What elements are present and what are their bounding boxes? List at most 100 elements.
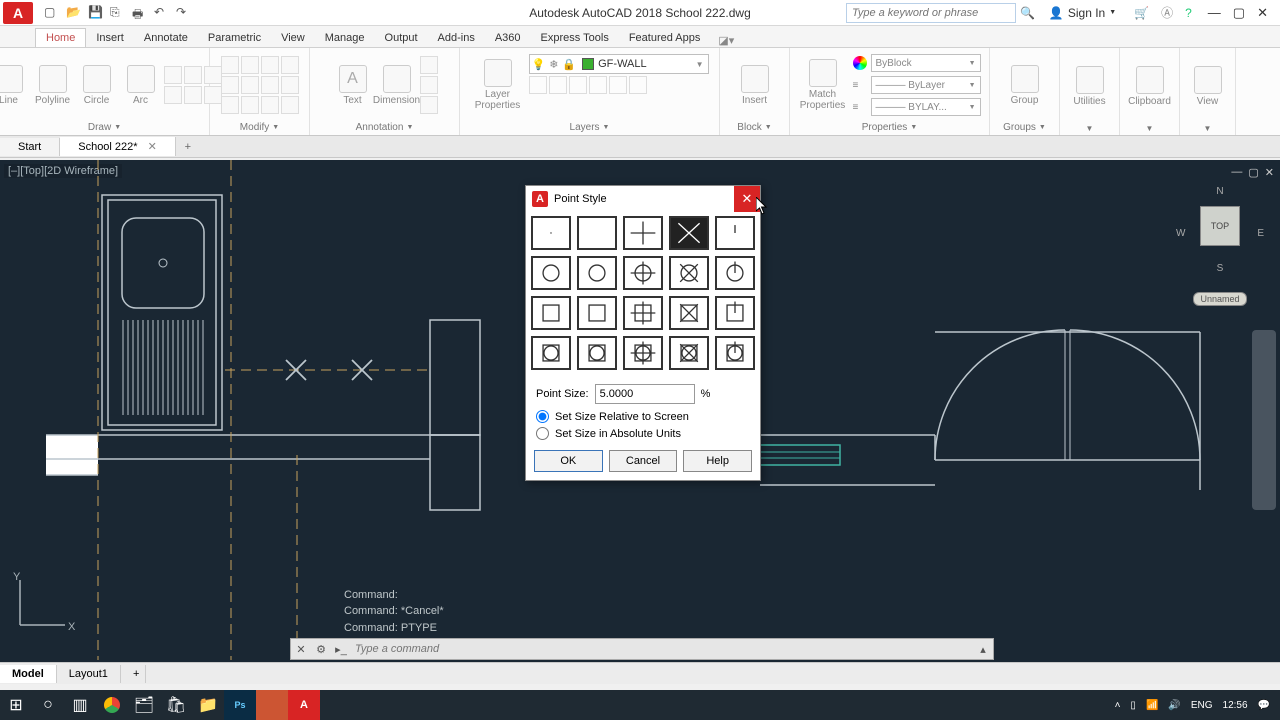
text-button[interactable]: AText (332, 54, 374, 116)
point-style-square-dot[interactable] (531, 296, 571, 330)
navigation-bar[interactable] (1252, 330, 1276, 510)
redo-icon[interactable]: ↷ (176, 5, 192, 21)
line-button[interactable]: Line (0, 54, 30, 116)
point-style-square[interactable] (577, 296, 617, 330)
radio-absolute[interactable] (536, 427, 549, 440)
explorer-icon[interactable]: 🗂 (128, 690, 160, 720)
match-properties-button[interactable]: Match Properties (799, 54, 847, 116)
insert-button[interactable]: Insert (734, 54, 776, 116)
point-style-x[interactable] (669, 216, 709, 250)
tab-addins[interactable]: Add-ins (428, 29, 485, 47)
ucs-icon[interactable]: Y X (10, 570, 80, 640)
layer-combo[interactable]: 💡❄🔒 GF-WALL ▼ (529, 54, 709, 74)
viewcube-e[interactable]: E (1257, 228, 1264, 239)
minimize-icon[interactable]: — (1208, 5, 1221, 21)
point-style-square-tick[interactable] (715, 296, 755, 330)
open-icon[interactable]: 📂 (66, 5, 82, 21)
cmd-close-icon[interactable]: ✕ (291, 639, 311, 659)
viewcube-face[interactable]: TOP (1200, 206, 1240, 246)
tab-parametric[interactable]: Parametric (198, 29, 271, 47)
group-button[interactable]: Group (1004, 54, 1046, 116)
tab-layout1[interactable]: Layout1 (57, 665, 121, 683)
exchange-icon[interactable]: 🛒 (1134, 6, 1149, 20)
dialog-titlebar[interactable]: A Point Style ✕ (526, 186, 760, 212)
command-line[interactable]: ✕ ⚙ ▸_ ▴ (290, 638, 994, 660)
point-style-dot[interactable] (531, 216, 571, 250)
layer-tool-icon[interactable] (629, 76, 647, 94)
save-icon[interactable]: 💾 (88, 5, 104, 21)
add-layout-button[interactable]: + (121, 665, 146, 683)
photoshop-icon[interactable]: Ps (224, 690, 256, 720)
viewcube[interactable]: N S W E TOP Unnamed (1180, 190, 1260, 280)
app-logo-icon[interactable]: A (3, 2, 33, 24)
point-style-sq-circle-x[interactable] (669, 336, 709, 370)
tab-view[interactable]: View (271, 29, 315, 47)
tab-output[interactable]: Output (375, 29, 428, 47)
circle-button[interactable]: Circle (76, 54, 118, 116)
point-style-square-x[interactable] (669, 296, 709, 330)
tab-insert[interactable]: Insert (86, 29, 134, 47)
point-style-circle-tick[interactable] (715, 256, 755, 290)
point-style-sq-circle-dot[interactable] (531, 336, 571, 370)
utilities-button[interactable]: Utilities (1069, 55, 1111, 117)
cmd-recent-icon[interactable]: ▴ (973, 639, 993, 659)
color-combo[interactable]: ByBlock▼ (871, 54, 981, 72)
point-size-input[interactable] (595, 384, 695, 404)
tray-time[interactable]: 12:56 (1223, 700, 1248, 711)
viewcube-s[interactable]: S (1217, 263, 1224, 274)
start-icon[interactable]: ⊞ (0, 690, 32, 720)
linetype-combo[interactable]: ——— ByLayer▼ (871, 76, 981, 94)
autodesk-icon[interactable]: Ⓐ (1161, 4, 1173, 21)
clipboard-button[interactable]: Clipboard (1129, 55, 1171, 117)
tab-a360[interactable]: A360 (485, 29, 531, 47)
autocad-taskbar-icon[interactable]: A (288, 690, 320, 720)
dialog-close-button[interactable]: ✕ (734, 186, 760, 212)
store-icon[interactable]: 🛍 (160, 690, 192, 720)
tab-manage[interactable]: Manage (315, 29, 375, 47)
chrome-icon[interactable] (96, 690, 128, 720)
tab-school222[interactable]: School 222*✕ (60, 137, 176, 156)
command-input[interactable] (351, 643, 973, 655)
tab-express[interactable]: Express Tools (531, 29, 619, 47)
layer-properties-button[interactable]: Layer Properties (471, 54, 525, 116)
point-style-sq-circle-tick[interactable] (715, 336, 755, 370)
tab-annotate[interactable]: Annotate (134, 29, 198, 47)
layer-tool-icon[interactable] (589, 76, 607, 94)
point-style-plus[interactable] (623, 216, 663, 250)
polyline-button[interactable]: Polyline (32, 54, 74, 116)
point-style-sq-circle-plus[interactable] (623, 336, 663, 370)
modify-grid[interactable] (221, 56, 299, 114)
viewcube-view-name[interactable]: Unnamed (1193, 292, 1246, 306)
help-icon[interactable]: ? (1185, 6, 1192, 20)
point-style-square-plus[interactable] (623, 296, 663, 330)
tab-home[interactable]: Home (35, 28, 86, 47)
close-tab-icon[interactable]: ✕ (148, 140, 157, 153)
arc-button[interactable]: Arc (120, 54, 162, 116)
radio-relative[interactable] (536, 410, 549, 423)
viewcube-w[interactable]: W (1176, 228, 1185, 239)
layer-tool-icon[interactable] (609, 76, 627, 94)
folder-icon[interactable]: 📁 (192, 690, 224, 720)
tab-model[interactable]: Model (0, 665, 57, 683)
search-input[interactable] (846, 3, 1016, 23)
tab-featured[interactable]: Featured Apps (619, 29, 711, 47)
ok-button[interactable]: OK (534, 450, 603, 472)
search-icon[interactable]: 🔍 (1020, 6, 1035, 20)
cmd-customize-icon[interactable]: ⚙ (311, 639, 331, 659)
tray-notifications-icon[interactable]: 💬 (1258, 700, 1270, 711)
maximize-icon[interactable]: ▢ (1233, 5, 1245, 21)
point-style-circle-dot[interactable] (531, 256, 571, 290)
close-icon[interactable]: ✕ (1257, 5, 1268, 21)
layer-tool-icon[interactable] (569, 76, 587, 94)
print-icon[interactable]: 🖶 (132, 5, 148, 21)
lineweight-combo[interactable]: ——— BYLAY...▼ (871, 98, 981, 116)
ribbon-options-icon[interactable]: ◪▾ (718, 34, 734, 47)
point-style-circle-x[interactable] (669, 256, 709, 290)
tab-start[interactable]: Start (0, 138, 60, 156)
annot-flyout[interactable] (420, 56, 438, 114)
tray-volume-icon[interactable]: 🔊 (1168, 700, 1180, 711)
point-style-sq-circle[interactable] (577, 336, 617, 370)
tray-lang[interactable]: ENG (1191, 700, 1213, 711)
new-icon[interactable]: ▢ (44, 5, 60, 21)
app-icon[interactable] (256, 690, 288, 720)
